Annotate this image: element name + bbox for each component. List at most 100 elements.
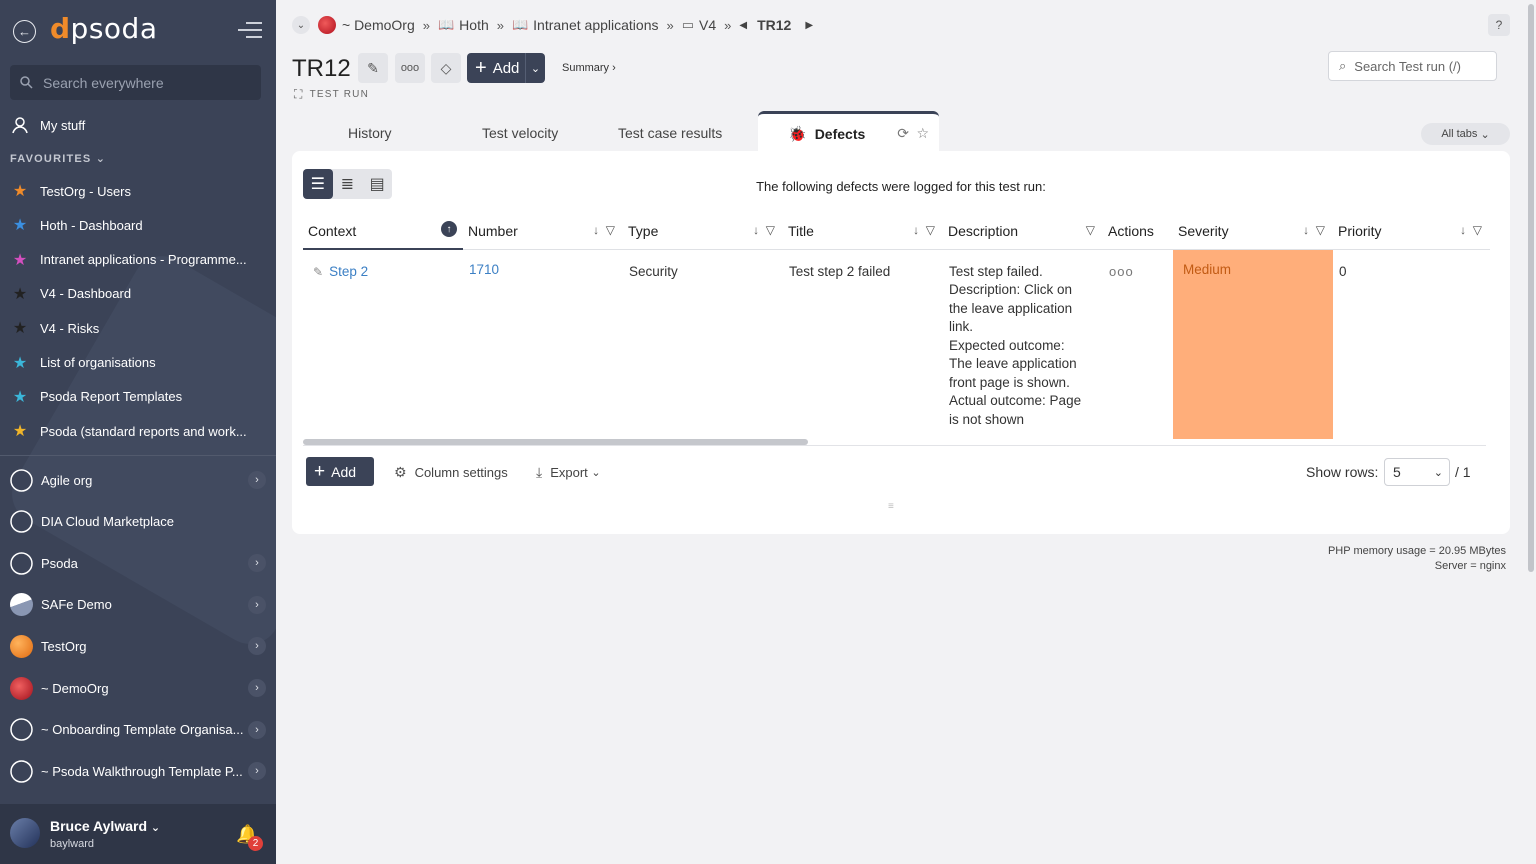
favourite-item[interactable]: ★ Psoda Report Templates [10, 382, 182, 412]
defect-number-link[interactable]: 1710 [469, 262, 499, 277]
my-stuff-link[interactable]: My stuff [10, 110, 85, 140]
search-test-run[interactable]: ⌕ Search Test run (/) [1328, 51, 1497, 81]
context-link[interactable]: Step 2 [329, 264, 368, 279]
column-number[interactable]: Number ↓ ▽ [463, 213, 623, 250]
column-type[interactable]: Type ↓ ▽ [623, 213, 783, 250]
tab-defects[interactable]: 🐞 Defects ⟳ ☆ [758, 111, 939, 153]
favourites-heading[interactable]: FAVOURITES ⌄ [10, 152, 106, 165]
star-icon[interactable]: ☆ [916, 125, 929, 142]
chevron-down-icon: ⌄ [1433, 466, 1443, 479]
chevron-right-icon[interactable]: › [248, 471, 266, 489]
star-icon: ★ [12, 285, 28, 303]
compass-icon [10, 468, 33, 492]
sidebar-search[interactable] [10, 65, 261, 100]
org-item[interactable]: ~ Psoda Walkthrough Template P... › [10, 755, 268, 787]
chevron-right-icon[interactable]: › [248, 554, 266, 573]
column-severity[interactable]: Severity ↓ ▽ [1173, 213, 1333, 250]
filter-icon[interactable]: ▽ [1086, 223, 1095, 237]
pencil-icon[interactable]: ✎ [313, 265, 323, 279]
breadcrumb-current: TR12 [757, 17, 792, 33]
avatar[interactable] [10, 818, 40, 848]
org-item[interactable]: Psoda › [10, 547, 268, 579]
favourite-item[interactable]: ★ TestOrg - Users [10, 176, 131, 206]
back-icon[interactable]: ← [13, 20, 36, 43]
add-defect-button[interactable]: + Add [306, 457, 374, 486]
vertical-scrollbar-thumb[interactable] [1528, 4, 1534, 572]
chevron-right-icon[interactable]: › [248, 595, 266, 614]
collapse-sidebar-icon[interactable] [238, 22, 262, 40]
export-button[interactable]: ⤓ Export ⌄ [536, 464, 601, 481]
column-description[interactable]: Description ▽ [943, 213, 1103, 250]
breadcrumb-separator: » [666, 17, 674, 33]
sliders-icon: ⚙ [394, 464, 407, 480]
org-item[interactable]: ~ Onboarding Template Organisa... › [10, 714, 268, 746]
breadcrumb-hoth[interactable]: 📖 Hoth [438, 17, 489, 33]
favourite-label: Psoda Report Templates [40, 389, 183, 405]
star-icon: ★ [12, 183, 28, 200]
chevron-down-icon: ⌄ [150, 822, 161, 834]
user-login: baylward [50, 838, 95, 850]
edit-button[interactable]: ✎ [358, 53, 388, 83]
vertical-scrollbar[interactable] [1526, 0, 1536, 864]
chevron-right-icon[interactable]: › [248, 720, 266, 739]
refresh-icon[interactable]: ⟳ [897, 125, 909, 142]
star-icon: ★ [12, 217, 28, 235]
tab-test-velocity[interactable]: Test velocity [482, 125, 558, 141]
favourite-item[interactable]: ★ Psoda (standard reports and work... [10, 416, 247, 446]
help-button[interactable]: ? [1488, 14, 1510, 36]
column-settings-button[interactable]: ⚙ Column settings [394, 464, 508, 481]
user-name[interactable]: Bruce Aylward ⌄ [50, 818, 160, 834]
sort-filter-icon[interactable]: ↓ ▽ [1303, 223, 1325, 237]
breadcrumb-intranet-applications[interactable]: 📖 Intranet applications [512, 17, 659, 33]
breadcrumb-dropdown-icon[interactable]: ⌄ [292, 16, 310, 34]
next-icon[interactable]: ▶ [805, 20, 813, 31]
org-item[interactable]: SAFe Demo › [10, 589, 268, 621]
user-panel[interactable]: Bruce Aylward ⌄ baylward 🔔 2 [0, 804, 276, 864]
rows-per-page-select[interactable]: 5 ⌄ [1384, 458, 1450, 486]
resize-grip-icon[interactable]: ≡ [888, 501, 894, 512]
sort-filter-icon[interactable]: ↓ ▽ [593, 223, 615, 237]
tab-history[interactable]: History [348, 125, 392, 141]
favourite-item[interactable]: ★ Intranet applications - Programme... [10, 245, 247, 275]
bug-icon: 🐞 [788, 125, 807, 143]
chevron-right-icon[interactable]: › [248, 679, 266, 697]
summary-link[interactable]: Summary › [562, 62, 616, 74]
chevron-down-icon[interactable]: ⌄ [525, 53, 545, 83]
sort-filter-icon[interactable]: ↓ ▽ [1460, 223, 1482, 237]
org-item[interactable]: DIA Cloud Marketplace [10, 506, 268, 538]
more-actions-button[interactable]: ooo [395, 53, 425, 83]
chevron-right-icon[interactable]: › [248, 637, 266, 656]
sort-ascending-icon[interactable]: ↑ [441, 221, 457, 237]
breadcrumb-org[interactable]: ~ DemoOrg [318, 16, 415, 34]
org-item[interactable]: Agile org › [10, 464, 268, 496]
sidebar-search-input[interactable] [43, 74, 243, 91]
add-button[interactable]: + Add ⌄ [467, 53, 545, 83]
org-item[interactable]: TestOrg › [10, 630, 268, 662]
org-item[interactable]: ~ DemoOrg › [10, 672, 268, 704]
breadcrumb-separator: » [496, 17, 504, 33]
description-line: link. [949, 319, 974, 334]
psoda-logo[interactable]: dpsoda [50, 12, 157, 45]
breadcrumb-v4[interactable]: ▭ V4 [682, 17, 716, 33]
search-icon: ⌕ [1339, 58, 1347, 73]
row-actions-icon[interactable]: ooo [1109, 264, 1134, 279]
favourite-item[interactable]: ★ Hoth - Dashboard [10, 210, 143, 240]
favourite-item[interactable]: ★ List of organisations [10, 348, 156, 378]
tag-button[interactable]: ◇ [431, 53, 461, 83]
footer: PHP memory usage = 20.95 MBytes Server =… [1328, 544, 1506, 574]
chevron-right-icon[interactable]: › [248, 762, 266, 781]
sort-filter-icon[interactable]: ↓ ▽ [753, 223, 775, 237]
all-tabs-button[interactable]: All tabs ⌄ [1421, 123, 1510, 145]
tab-test-case-results[interactable]: Test case results [618, 125, 722, 141]
sort-filter-icon[interactable]: ↓ ▽ [913, 223, 935, 237]
sidebar: ← dpsoda My stuff FAVOURITES ⌄ ★ TestOrg … [0, 0, 276, 864]
favourite-item[interactable]: ★ V4 - Dashboard [10, 279, 131, 309]
column-title[interactable]: Title ↓ ▽ [783, 213, 943, 250]
favourite-item[interactable]: ★ V4 - Risks [10, 313, 99, 343]
pencil-icon: ✎ [367, 59, 379, 76]
column-context[interactable]: Context ↑ [303, 213, 463, 250]
column-priority[interactable]: Priority ↓ ▽ [1333, 213, 1490, 250]
description-line: Expected outcome: [949, 337, 1065, 353]
previous-icon[interactable]: ◀ [739, 20, 747, 31]
compass-icon [10, 759, 33, 783]
